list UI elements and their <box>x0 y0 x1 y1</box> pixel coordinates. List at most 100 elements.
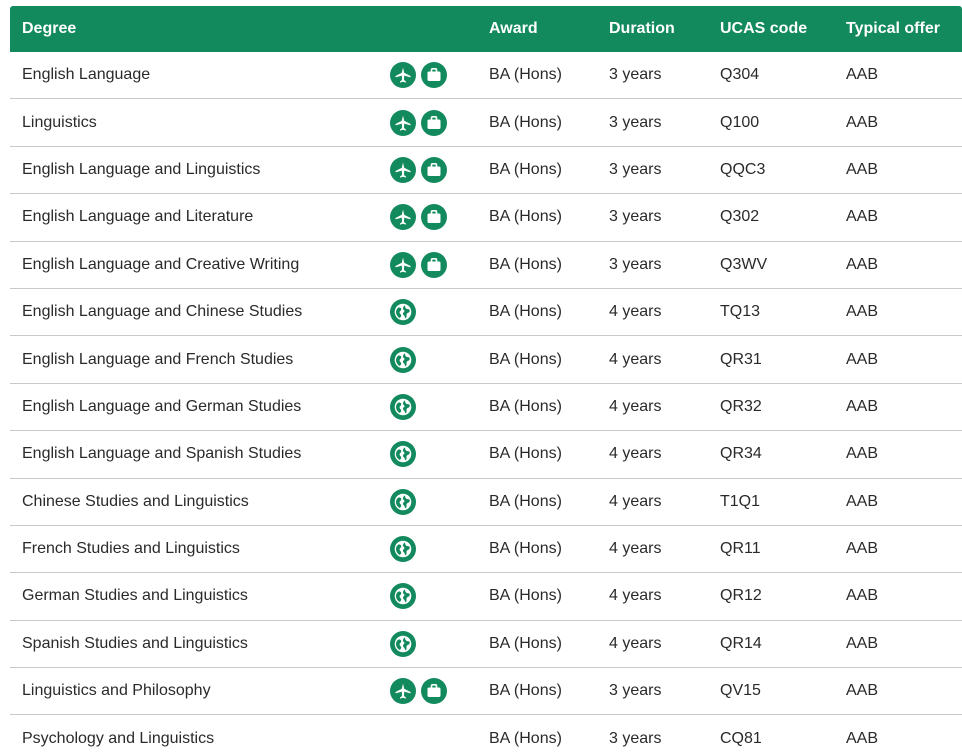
ucas-code: QV15 <box>720 682 761 700</box>
typical-offer: AAB <box>846 208 879 226</box>
table-row: Linguistics and Philosophy BA (Hons) 3 yea… <box>10 668 962 716</box>
ucas-code: Q100 <box>720 113 760 131</box>
duration: 4 years <box>609 587 662 605</box>
degree-icons <box>378 109 488 136</box>
degree-icons <box>378 536 488 563</box>
globe-icon <box>390 536 416 563</box>
table-row: Psychology and Linguistics BA (Hons) 3 yea… <box>10 715 962 756</box>
table-row: English Language and Spanish Studies BA (… <box>10 431 962 479</box>
typical-offer: AAB <box>846 682 879 700</box>
degree-name: Linguistics and Philosophy <box>22 682 211 700</box>
award: BA (Hons) <box>489 208 562 226</box>
table-row: English Language BA (Hons) 3 years Q304 AAB <box>10 52 962 100</box>
globe-icon <box>390 630 416 657</box>
degree-name: Spanish Studies and Linguistics <box>22 634 248 652</box>
globe-icon <box>390 393 416 420</box>
award: BA (Hons) <box>489 66 562 84</box>
ucas-code: Q302 <box>720 208 760 226</box>
ucas-code: Q3WV <box>720 255 768 273</box>
award: BA (Hons) <box>489 113 562 131</box>
duration: 3 years <box>609 208 662 226</box>
degree-name: English Language <box>22 66 151 84</box>
plane-icon <box>390 678 416 705</box>
typical-offer: AAB <box>846 492 879 510</box>
award: BA (Hons) <box>489 445 562 463</box>
degree-name: Linguistics <box>22 113 97 131</box>
ucas-code: QR11 <box>720 540 761 558</box>
globe-icon <box>390 299 416 326</box>
degree-icons <box>378 346 488 373</box>
plane-icon <box>390 109 416 136</box>
duration: 3 years <box>609 113 662 131</box>
header-award: Award <box>489 20 538 37</box>
table-row: Linguistics BA (Hons) 3 years Q100 AAB <box>10 99 962 147</box>
degree-name: English Language and Chinese Studies <box>22 303 303 321</box>
typical-offer: AAB <box>846 587 879 605</box>
header-ucas-code: UCAS code <box>720 20 808 37</box>
ucas-code: QR34 <box>720 445 762 463</box>
duration: 4 years <box>609 303 662 321</box>
duration: 3 years <box>609 729 662 747</box>
award: BA (Hons) <box>489 540 562 558</box>
degree-icons <box>378 156 488 183</box>
typical-offer: AAB <box>846 397 879 415</box>
table-row: English Language and Linguistics BA (Hons… <box>10 147 962 195</box>
table-row: English Language and French Studies BA (H… <box>10 336 962 384</box>
table-row: French Studies and Linguistics BA (Hons) 4… <box>10 526 962 574</box>
header-degree: Degree <box>22 20 77 37</box>
typical-offer: AAB <box>846 350 879 368</box>
degree-icons <box>378 204 488 231</box>
table-row: English Language and Chinese Studies BA (… <box>10 289 962 337</box>
degree-name: Psychology and Linguistics <box>22 729 215 747</box>
typical-offer: AAB <box>846 66 879 84</box>
duration: 3 years <box>609 682 662 700</box>
table-header: Degree Award Duration UCAS code Typical … <box>10 6 962 52</box>
briefcase-icon <box>421 156 447 183</box>
globe-icon <box>390 441 416 468</box>
duration: 4 years <box>609 350 662 368</box>
typical-offer: AAB <box>846 540 879 558</box>
degree-name: German Studies and Linguistics <box>22 587 248 605</box>
degree-icons <box>378 583 488 610</box>
degree-name: French Studies and Linguistics <box>22 540 240 558</box>
award: BA (Hons) <box>489 682 562 700</box>
duration: 3 years <box>609 160 662 178</box>
globe-icon <box>390 488 416 515</box>
degree-icons <box>378 251 488 278</box>
award: BA (Hons) <box>489 729 562 747</box>
degree-name: English Language and Literature <box>22 208 254 226</box>
ucas-code: QR31 <box>720 350 762 368</box>
header-typical-offer: Typical offer <box>846 20 940 37</box>
duration: 4 years <box>609 540 662 558</box>
plane-icon <box>390 156 416 183</box>
typical-offer: AAB <box>846 113 879 131</box>
table-row: English Language and Literature BA (Hons)… <box>10 194 962 242</box>
briefcase-icon <box>421 678 447 705</box>
typical-offer: AAB <box>846 255 879 273</box>
degree-name: English Language and French Studies <box>22 350 294 368</box>
ucas-code: CQ81 <box>720 729 762 747</box>
duration: 4 years <box>609 492 662 510</box>
degree-name: English Language and German Studies <box>22 397 302 415</box>
typical-offer: AAB <box>846 634 879 652</box>
degree-table: Degree Award Duration UCAS code Typical … <box>10 6 962 756</box>
degree-name: English Language and Creative Writing <box>22 255 300 273</box>
degree-name: English Language and Linguistics <box>22 160 261 178</box>
ucas-code: QR32 <box>720 397 762 415</box>
ucas-code: T1Q1 <box>720 492 761 510</box>
table-row: Spanish Studies and Linguistics BA (Hons)… <box>10 621 962 669</box>
degree-icons <box>378 678 488 705</box>
award: BA (Hons) <box>489 397 562 415</box>
award: BA (Hons) <box>489 634 562 652</box>
duration: 4 years <box>609 445 662 463</box>
ucas-code: TQ13 <box>720 303 761 321</box>
degree-icons <box>378 62 488 89</box>
table-row: English Language and Creative Writing BA … <box>10 242 962 289</box>
award: BA (Hons) <box>489 587 562 605</box>
typical-offer: AAB <box>846 160 879 178</box>
ucas-code: QR12 <box>720 587 762 605</box>
typical-offer: AAB <box>846 303 879 321</box>
degree-icons <box>378 630 488 657</box>
ucas-code: QR14 <box>720 634 762 652</box>
award: BA (Hons) <box>489 350 562 368</box>
